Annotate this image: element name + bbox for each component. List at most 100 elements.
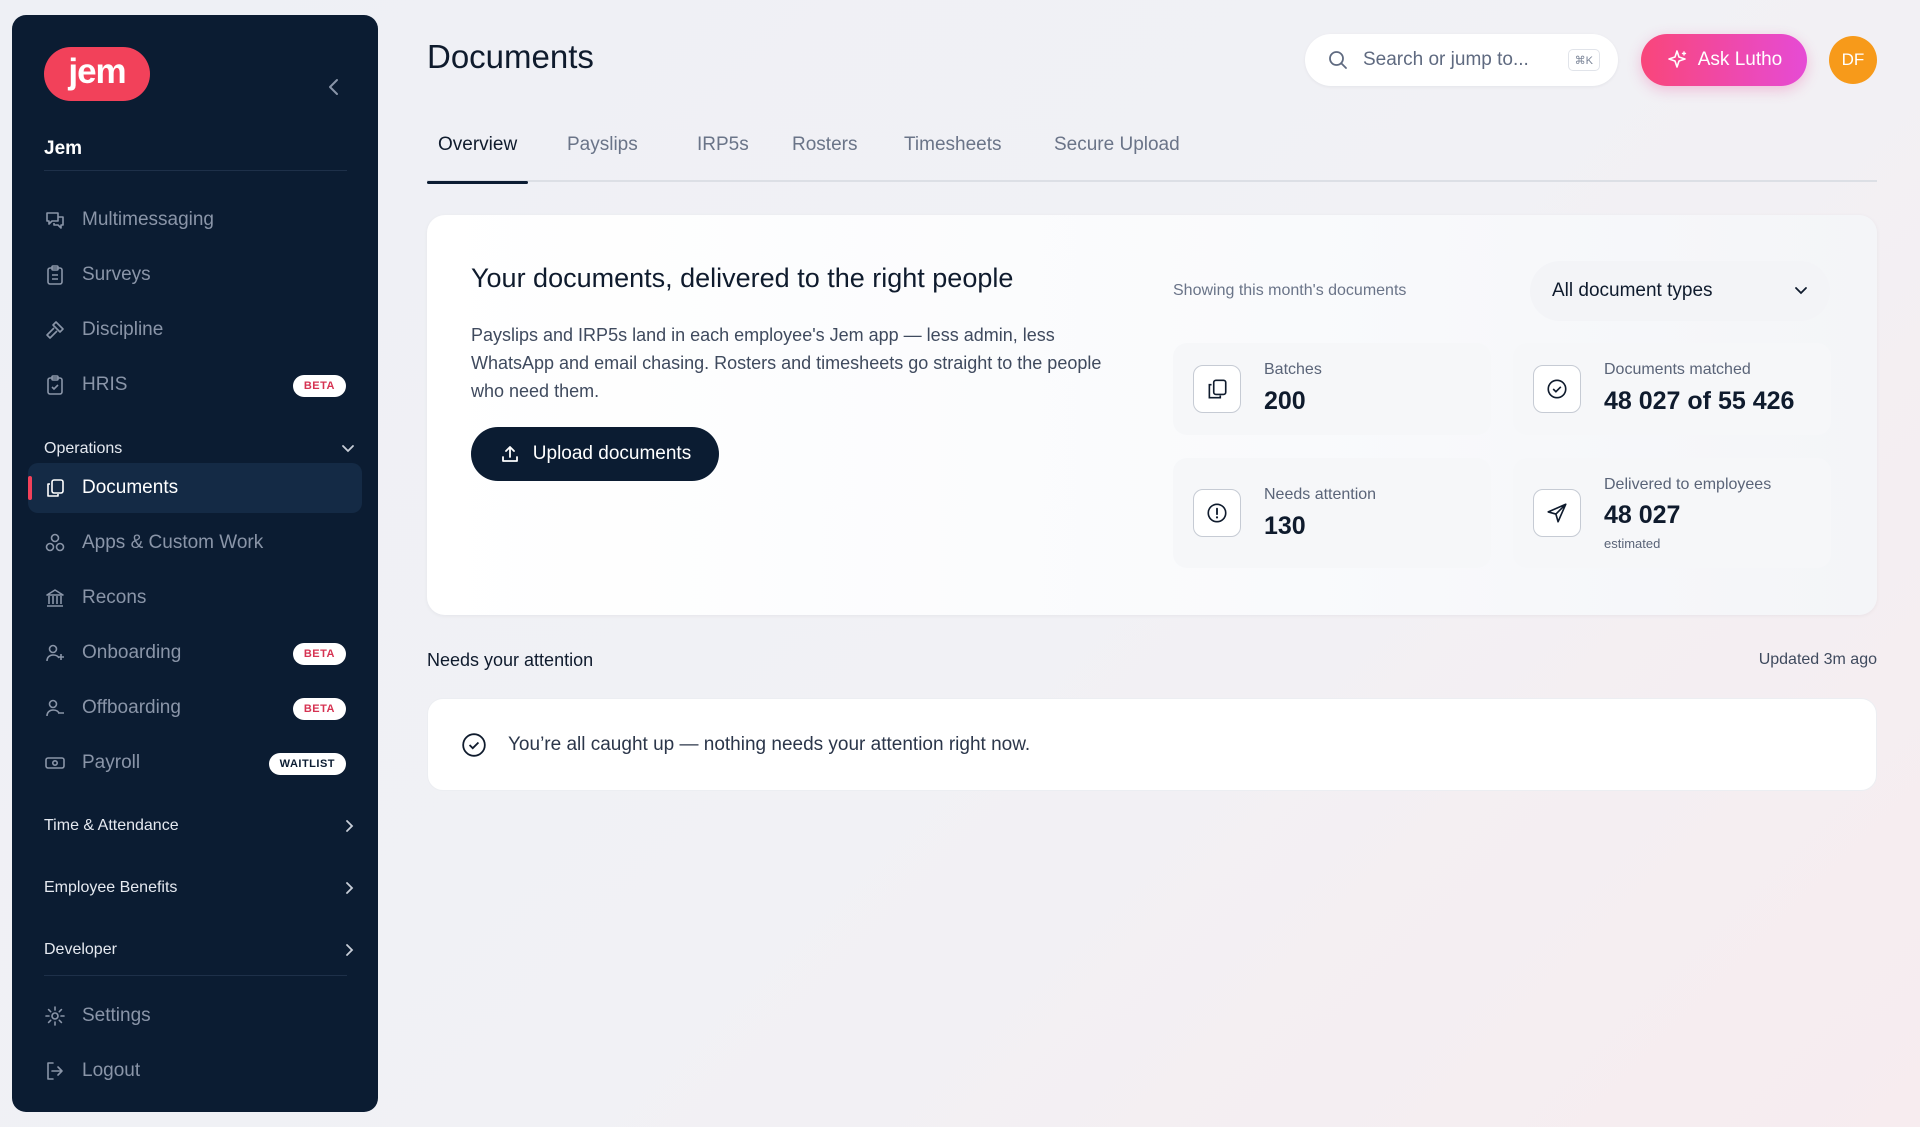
section-label: Employee Benefits <box>44 879 178 896</box>
stat-delivered: Delivered to employees 48 027 estimated <box>1513 458 1831 568</box>
tab-payslips[interactable]: Payslips <box>556 134 649 182</box>
ask-lutho-label: Ask Lutho <box>1697 49 1783 70</box>
bank-icon <box>44 587 66 609</box>
stat-batches: Batches 200 <box>1173 343 1491 435</box>
sidebar-item-hris[interactable]: HRIS BETA <box>28 360 362 410</box>
page-title: Documents <box>427 38 594 75</box>
tab-timesheets[interactable]: Timesheets <box>893 134 1013 182</box>
logout-icon <box>44 1060 66 1082</box>
sidebar-item-offboarding[interactable]: Offboarding BETA <box>28 683 362 733</box>
stat-sub-label: estimated <box>1604 536 1661 551</box>
gavel-icon <box>44 319 66 341</box>
chat-bubbles-icon <box>44 209 66 231</box>
section-developer[interactable]: Developer <box>44 930 355 970</box>
search-input[interactable] <box>1363 49 1553 71</box>
jem-logo[interactable]: jem <box>44 47 150 101</box>
empty-state-message: You’re all caught up — nothing needs you… <box>508 733 1031 755</box>
sidebar: jem Jem Multimessaging Surveys Disciplin… <box>12 15 378 1112</box>
section-label: Developer <box>44 941 117 958</box>
sidebar-item-label: Payroll <box>82 752 141 773</box>
stat-documents-matched: Documents matched 48 027 of 55 426 <box>1513 343 1831 435</box>
document-type-select[interactable]: All document types <box>1530 261 1830 321</box>
tab-rosters[interactable]: Rosters <box>781 134 868 182</box>
section-label: Operations <box>44 440 123 457</box>
beta-badge: BETA <box>292 643 346 665</box>
hero-title: Your documents, delivered to the right p… <box>471 263 1014 293</box>
sidebar-item-multimessaging[interactable]: Multimessaging <box>28 195 362 245</box>
sidebar-item-recons[interactable]: Recons <box>28 573 362 623</box>
stat-label: Delivered to employees <box>1604 476 1772 493</box>
cash-icon <box>44 752 66 774</box>
stat-value: 200 <box>1264 387 1306 415</box>
chevron-right-icon <box>346 882 354 894</box>
period-caption: Showing this month's documents <box>1173 282 1407 299</box>
sidebar-item-label: Documents <box>82 477 179 498</box>
chevron-down-icon <box>342 445 354 453</box>
sidebar-item-label: Settings <box>82 1005 151 1026</box>
sidebar-item-label: Logout <box>82 1060 141 1081</box>
chevron-right-icon <box>346 944 354 956</box>
documents-icon <box>1193 365 1241 413</box>
attention-heading: Needs your attention <box>427 650 594 670</box>
hero-description: Payslips and IRP5s land in each employee… <box>471 325 1102 401</box>
sidebar-item-label: Multimessaging <box>82 209 214 230</box>
check-circle-icon <box>462 732 486 757</box>
attention-empty-state: You’re all caught up — nothing needs you… <box>427 698 1877 791</box>
documents-icon <box>44 477 66 499</box>
sidebar-item-label: Discipline <box>82 319 164 340</box>
sidebar-item-settings[interactable]: Settings <box>28 991 362 1041</box>
tab-bar: Overview Payslips IRP5s Rosters Timeshee… <box>427 120 1877 184</box>
sidebar-item-logout[interactable]: Logout <box>28 1046 362 1096</box>
clipboard-icon <box>44 264 66 286</box>
stat-value: 130 <box>1264 512 1306 540</box>
sidebar-item-apps[interactable]: Apps & Custom Work <box>28 518 362 568</box>
upload-icon <box>501 446 518 462</box>
sidebar-divider <box>44 170 347 171</box>
sidebar-item-onboarding[interactable]: Onboarding BETA <box>28 628 362 678</box>
tab-irp5s[interactable]: IRP5s <box>686 134 760 182</box>
sidebar-item-documents[interactable]: Documents <box>28 463 362 513</box>
chevron-down-icon <box>1795 287 1807 295</box>
search-icon <box>1329 51 1347 69</box>
tab-overview[interactable]: Overview <box>427 134 529 184</box>
user-minus-icon <box>44 697 66 719</box>
collapse-sidebar-button[interactable] <box>314 69 354 105</box>
alert-circle-icon <box>1193 489 1241 537</box>
user-plus-icon <box>44 642 66 664</box>
send-icon <box>1533 489 1581 537</box>
upload-documents-button[interactable]: Upload documents <box>471 427 719 481</box>
stat-value: 48 027 of 55 426 <box>1604 387 1795 415</box>
section-time-attendance[interactable]: Time & Attendance <box>44 806 355 846</box>
section-employee-benefits[interactable]: Employee Benefits <box>44 868 355 908</box>
sidebar-item-discipline[interactable]: Discipline <box>28 305 362 355</box>
documents-overview-card: Your documents, delivered to the right p… <box>427 215 1877 615</box>
beta-badge: BETA <box>292 698 346 720</box>
ask-lutho-button[interactable]: Ask Lutho <box>1641 34 1807 86</box>
stat-needs-attention: Needs attention 130 <box>1173 458 1491 568</box>
tab-secure-upload[interactable]: Secure Upload <box>1043 134 1191 182</box>
stat-label: Batches <box>1264 361 1322 378</box>
clipboard-check-icon <box>44 374 66 396</box>
app-window: jem Jem Multimessaging Surveys Disciplin… <box>0 0 1920 1127</box>
sidebar-item-label: HRIS <box>82 374 128 395</box>
sidebar-item-payroll[interactable]: Payroll WAITLIST <box>28 738 362 788</box>
chevron-right-icon <box>346 820 354 832</box>
sidebar-item-label: Onboarding <box>82 642 182 663</box>
org-name: Jem <box>44 138 83 159</box>
sidebar-item-label: Offboarding <box>82 697 181 718</box>
check-circle-icon <box>1533 365 1581 413</box>
waitlist-badge: WAITLIST <box>268 753 346 775</box>
search-bar[interactable]: ⌘K <box>1305 34 1618 86</box>
upload-documents-label: Upload documents <box>532 443 692 464</box>
sidebar-item-label: Surveys <box>82 264 151 285</box>
chevron-left-icon <box>329 79 338 95</box>
user-avatar[interactable]: DF <box>1829 36 1877 84</box>
sidebar-item-surveys[interactable]: Surveys <box>28 250 362 300</box>
sidebar-item-label: Recons <box>82 587 147 608</box>
gear-icon <box>44 1005 66 1027</box>
sparkle-icon <box>1667 50 1686 68</box>
apps-icon <box>44 532 66 554</box>
section-label: Time & Attendance <box>44 817 179 834</box>
last-updated: Updated 3m ago <box>1758 651 1877 668</box>
beta-badge: BETA <box>292 375 346 397</box>
